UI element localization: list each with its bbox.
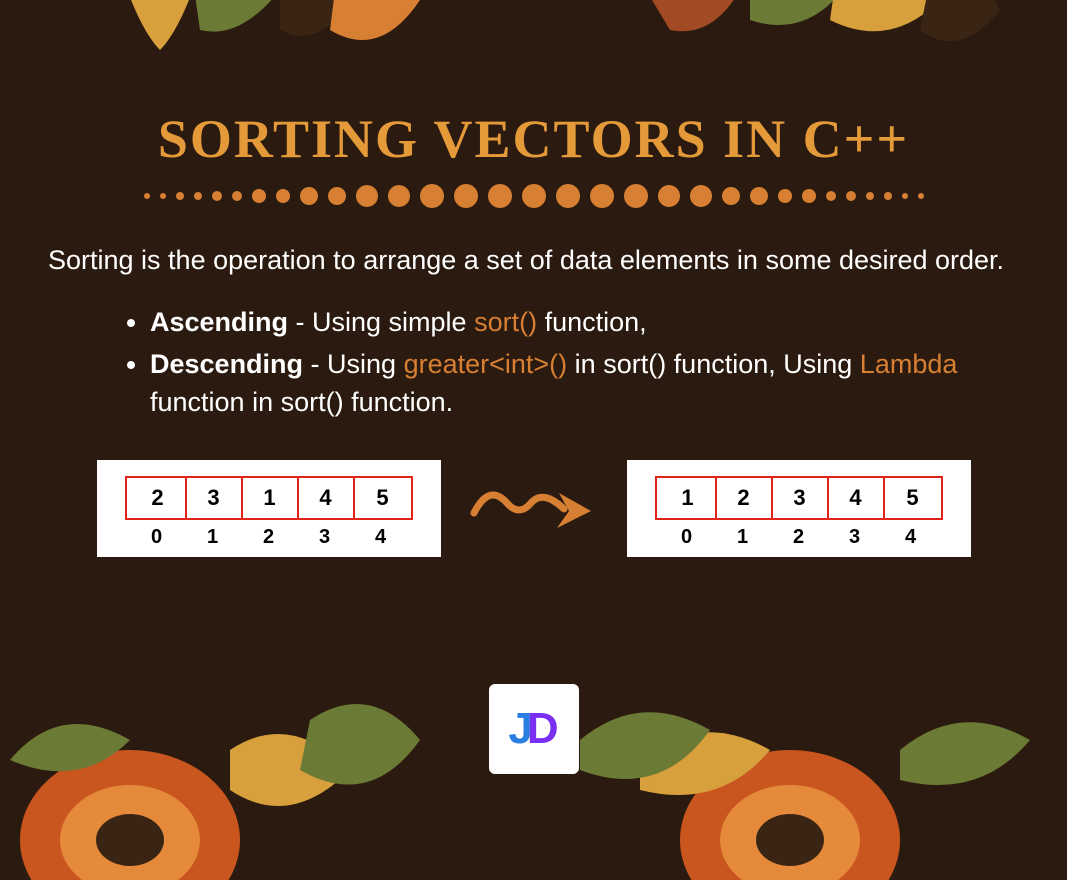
- array-cell: 3: [187, 478, 243, 518]
- list-item: Ascending - Using simple sort() function…: [150, 304, 1019, 342]
- array-cell: 2: [131, 478, 187, 518]
- logo-letter-d: D: [527, 704, 559, 754]
- bullet-label: Descending: [150, 349, 303, 379]
- bullet-list: Ascending - Using simple sort() function…: [150, 304, 1019, 421]
- code-highlight: greater<int>(): [404, 349, 568, 379]
- array-index: 2: [771, 520, 827, 549]
- array-index: 0: [659, 520, 715, 549]
- array-cell: 4: [829, 478, 885, 518]
- array-cell: 4: [299, 478, 355, 518]
- array-cell: 3: [773, 478, 829, 518]
- code-highlight: Lambda: [860, 349, 958, 379]
- array-cell: 1: [661, 478, 717, 518]
- sorted-array: 1 2 3 4 5 0 1 2 3 4: [627, 460, 971, 557]
- array-index: 3: [297, 520, 353, 549]
- code-highlight: sort(): [474, 307, 537, 337]
- array-index: 2: [241, 520, 297, 549]
- arrays-illustration: 2 3 1 4 5 0 1 2 3 4 1 2 3 4 5 0 1: [0, 460, 1067, 557]
- logo: J D: [489, 684, 579, 774]
- array-cell: 5: [885, 478, 941, 518]
- array-cell: 1: [243, 478, 299, 518]
- array-cell: 2: [717, 478, 773, 518]
- array-index: 4: [353, 520, 409, 549]
- array-index: 1: [185, 520, 241, 549]
- array-index: 3: [827, 520, 883, 549]
- arrow-icon: [469, 473, 599, 543]
- bullet-label: Ascending: [150, 307, 288, 337]
- intro-text: Sorting is the operation to arrange a se…: [48, 242, 1019, 278]
- array-cell: 5: [355, 478, 411, 518]
- page-title: SORTING VECTORS IN C++: [0, 0, 1067, 170]
- decorative-dots: [0, 184, 1067, 208]
- array-index: 0: [129, 520, 185, 549]
- array-index: 1: [715, 520, 771, 549]
- unsorted-array: 2 3 1 4 5 0 1 2 3 4: [97, 460, 441, 557]
- array-index: 4: [883, 520, 939, 549]
- list-item: Descending - Using greater<int>() in sor…: [150, 346, 1019, 422]
